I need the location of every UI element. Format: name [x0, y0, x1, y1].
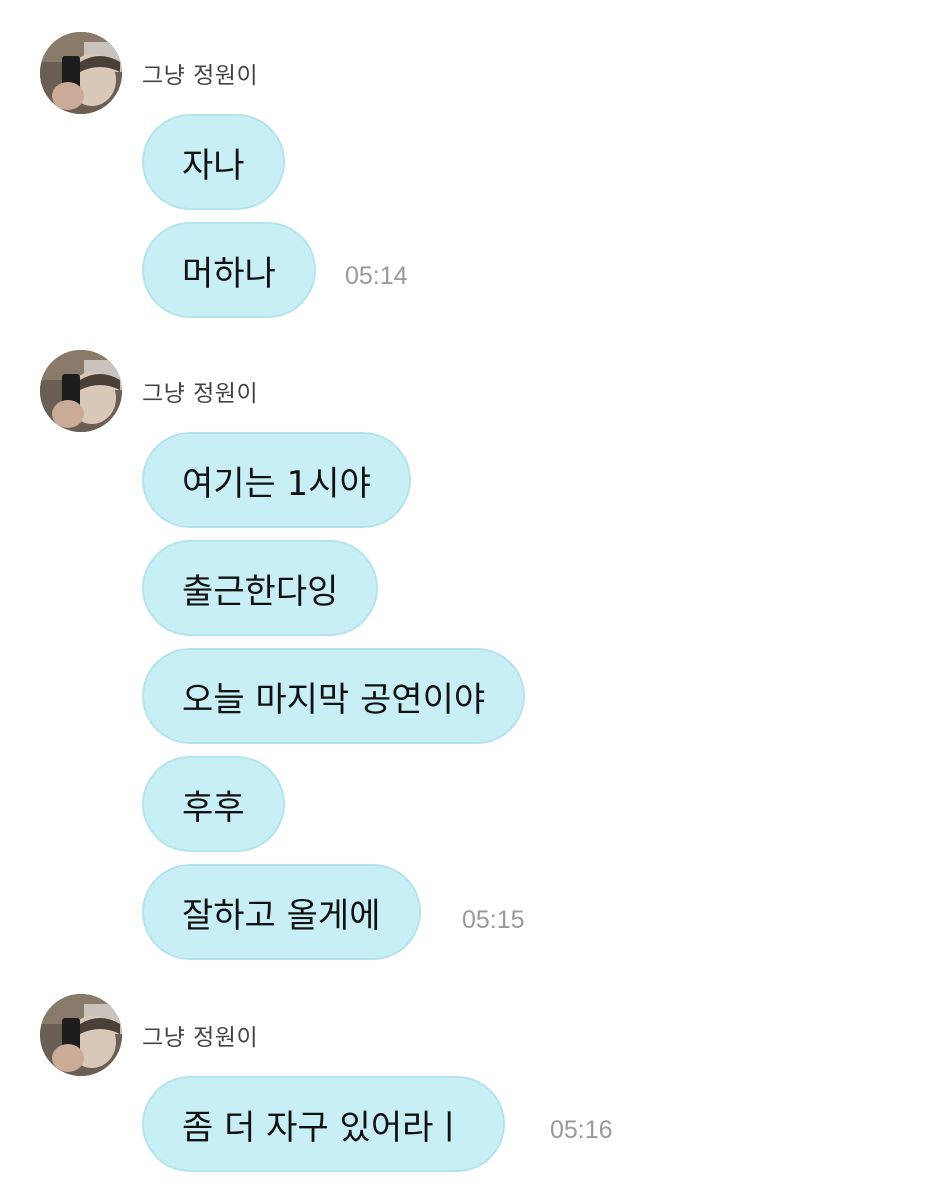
message-bubble[interactable]: 후후 — [142, 756, 285, 852]
message-bubble[interactable]: 머하나 — [142, 222, 316, 318]
sender-name: 그냥 정원이 — [142, 1025, 259, 1051]
sender-name: 그냥 정원이 — [142, 381, 259, 407]
message-timestamp: 05:14 — [345, 262, 408, 290]
avatar[interactable] — [40, 32, 122, 114]
message-bubble[interactable]: 오늘 마지막 공연이야 — [142, 648, 526, 744]
sender-name: 그냥 정원이 — [142, 63, 259, 89]
message-timestamp: 05:16 — [550, 1116, 613, 1144]
avatar[interactable] — [40, 994, 122, 1076]
message-bubble[interactable]: 좀 더 자구 있어라ㅣ — [142, 1076, 505, 1172]
message-bubble[interactable]: 출근한다잉 — [142, 540, 379, 636]
message-bubble[interactable]: 잘하고 올게에 — [142, 864, 421, 960]
avatar[interactable] — [40, 350, 122, 432]
message-bubble[interactable]: 자나 — [142, 114, 285, 210]
message-timestamp: 05:15 — [462, 906, 525, 934]
message-bubble[interactable]: 여기는 1시야 — [142, 432, 411, 528]
